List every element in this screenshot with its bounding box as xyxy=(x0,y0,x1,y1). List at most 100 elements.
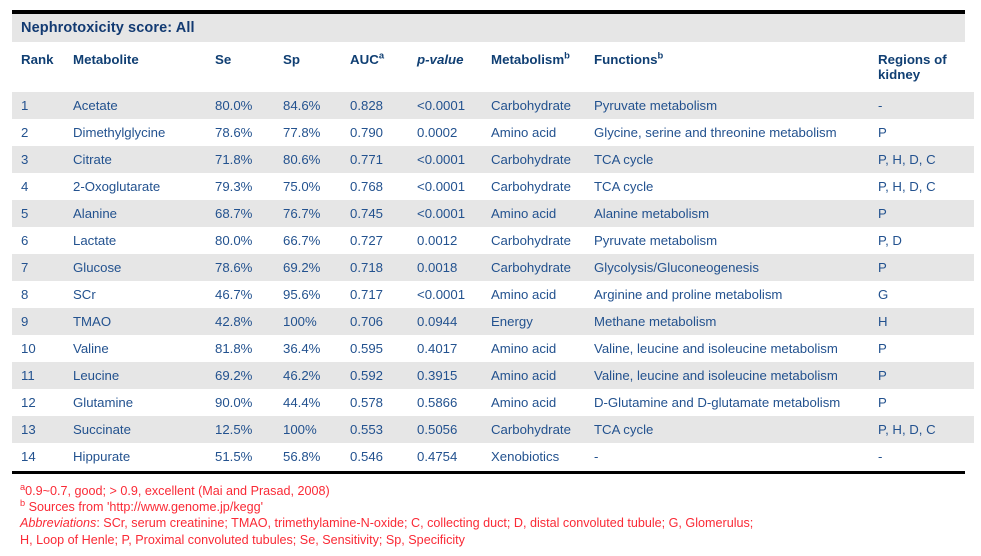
cell-functions: Pyruvate metabolism xyxy=(594,227,878,254)
nephrotoxicity-table: Nephrotoxicity score: All Rank Metabolit… xyxy=(12,10,974,474)
cell-rank: 7 xyxy=(12,254,73,281)
cell-functions: TCA cycle xyxy=(594,416,878,443)
cell-rank: 12 xyxy=(12,389,73,416)
cell-pvalue: 0.5866 xyxy=(417,389,491,416)
cell-regions: P xyxy=(878,362,974,389)
cell-metabolism: Amino acid xyxy=(491,389,594,416)
table-row: 1 Acetate 80.0% 84.6% 0.828 <0.0001 Carbohydra… xyxy=(12,92,974,119)
cell-sp: 76.7% xyxy=(283,200,350,227)
cell-sp: 95.6% xyxy=(283,281,350,308)
cell-metabolite: SCr xyxy=(73,281,215,308)
cell-sp: 66.7% xyxy=(283,227,350,254)
table-row: 14 Hippurate 51.5% 56.8% 0.546 0.4754 Xenobiot… xyxy=(12,443,974,470)
table-row: 5 Alanine 68.7% 76.7% 0.745 <0.0001 Amino acid… xyxy=(12,200,974,227)
cell-se: 90.0% xyxy=(215,389,283,416)
table-footnotes: a0.9~0.7, good; > 0.9, excellent (Mai an… xyxy=(20,481,970,548)
cell-metabolism: Amino acid xyxy=(491,119,594,146)
cell-pvalue: 0.0018 xyxy=(417,254,491,281)
cell-sp: 100% xyxy=(283,416,350,443)
table-header: Rank Metabolite Se Sp AUCa p-value Metab… xyxy=(12,42,974,92)
cell-functions: Glycine, serine and threonine metabolism xyxy=(594,119,878,146)
table-row: 6 Lactate 80.0% 66.7% 0.727 0.0012 Carbohydrat… xyxy=(12,227,974,254)
cell-se: 51.5% xyxy=(215,443,283,470)
cell-functions: Alanine metabolism xyxy=(594,200,878,227)
cell-sp: 100% xyxy=(283,308,350,335)
cell-functions: Valine, leucine and isoleucine metabolis… xyxy=(594,335,878,362)
cell-auc: 0.718 xyxy=(350,254,417,281)
cell-se: 78.6% xyxy=(215,254,283,281)
cell-metabolism: Amino acid xyxy=(491,335,594,362)
cell-se: 71.8% xyxy=(215,146,283,173)
cell-pvalue: 0.5056 xyxy=(417,416,491,443)
cell-pvalue: 0.4754 xyxy=(417,443,491,470)
cell-se: 69.2% xyxy=(215,362,283,389)
table-caption-bar: Nephrotoxicity score: All xyxy=(12,14,965,42)
cell-auc: 0.717 xyxy=(350,281,417,308)
cell-metabolism: Carbohydrate xyxy=(491,254,594,281)
footnote-marker-a: a xyxy=(378,49,385,61)
cell-sp: 56.8% xyxy=(283,443,350,470)
cell-rank: 1 xyxy=(12,92,73,119)
cell-metabolite: Citrate xyxy=(73,146,215,173)
cell-sp: 80.6% xyxy=(283,146,350,173)
cell-se: 80.0% xyxy=(215,92,283,119)
cell-functions: TCA cycle xyxy=(594,146,878,173)
cell-regions: P, H, D, C xyxy=(878,146,974,173)
table-bottom-rule xyxy=(12,471,965,474)
cell-pvalue: <0.0001 xyxy=(417,173,491,200)
table-row: 10 Valine 81.8% 36.4% 0.595 0.4017 Amino acid V… xyxy=(12,335,974,362)
cell-se: 42.8% xyxy=(215,308,283,335)
cell-pvalue: <0.0001 xyxy=(417,146,491,173)
cell-regions: P, H, D, C xyxy=(878,173,974,200)
cell-metabolism: Carbohydrate xyxy=(491,92,594,119)
footnote-abbreviations-line2: H, Loop of Henle; P, Proximal convoluted… xyxy=(20,532,465,547)
cell-regions: P xyxy=(878,119,974,146)
metabolite-table: Rank Metabolite Se Sp AUCa p-value Metab… xyxy=(12,42,974,470)
cell-auc: 0.706 xyxy=(350,308,417,335)
table-row: 3 Citrate 71.8% 80.6% 0.771 <0.0001 Carbohydra… xyxy=(12,146,974,173)
cell-se: 81.8% xyxy=(215,335,283,362)
footnote-b: b Sources from 'http://www.genome.jp/keg… xyxy=(20,498,264,515)
cell-se: 46.7% xyxy=(215,281,283,308)
cell-metabolite: Glutamine xyxy=(73,389,215,416)
cell-rank: 11 xyxy=(12,362,73,389)
cell-metabolite: 2-Oxoglutarate xyxy=(73,173,215,200)
table-row: 2 Dimethylglycine 78.6% 77.8% 0.790 0.0002 Ami… xyxy=(12,119,974,146)
cell-auc: 0.745 xyxy=(350,200,417,227)
cell-metabolite: Succinate xyxy=(73,416,215,443)
cell-functions: Methane metabolism xyxy=(594,308,878,335)
cell-rank: 9 xyxy=(12,308,73,335)
cell-regions: P xyxy=(878,389,974,416)
cell-regions: - xyxy=(878,443,974,470)
cell-rank: 10 xyxy=(12,335,73,362)
abbreviations-label: Abbreviations xyxy=(20,516,97,531)
cell-regions: P xyxy=(878,254,974,281)
cell-functions: Pyruvate metabolism xyxy=(594,92,878,119)
cell-se: 78.6% xyxy=(215,119,283,146)
cell-regions: P xyxy=(878,335,974,362)
table-row: 7 Glucose 78.6% 69.2% 0.718 0.0018 Carbohydrat… xyxy=(12,254,974,281)
table-row: 11 Leucine 69.2% 46.2% 0.592 0.3915 Amino acid… xyxy=(12,362,974,389)
table-caption: Nephrotoxicity score: All xyxy=(21,20,195,36)
cell-functions: Arginine and proline metabolism xyxy=(594,281,878,308)
column-header-sp: Sp xyxy=(283,42,350,92)
cell-auc: 0.727 xyxy=(350,227,417,254)
cell-pvalue: 0.0944 xyxy=(417,308,491,335)
cell-sp: 44.4% xyxy=(283,389,350,416)
table-row: 8 SCr 46.7% 95.6% 0.717 <0.0001 Amino acid Argi… xyxy=(12,281,974,308)
cell-rank: 14 xyxy=(12,443,73,470)
cell-rank: 13 xyxy=(12,416,73,443)
table-row: 9 TMAO 42.8% 100% 0.706 0.0944 Energy Methane m… xyxy=(12,308,974,335)
cell-auc: 0.768 xyxy=(350,173,417,200)
footnote-a: a0.9~0.7, good; > 0.9, excellent (Mai an… xyxy=(20,481,330,498)
footnote-marker-b: b xyxy=(564,49,570,61)
cell-se: 80.0% xyxy=(215,227,283,254)
table-body: 1 Acetate 80.0% 84.6% 0.828 <0.0001 Carbohydra… xyxy=(12,92,974,470)
cell-metabolism: Energy xyxy=(491,308,594,335)
cell-regions: P, D xyxy=(878,227,974,254)
column-header-rank: Rank xyxy=(12,42,73,92)
cell-auc: 0.790 xyxy=(350,119,417,146)
cell-auc: 0.553 xyxy=(350,416,417,443)
cell-functions: Glycolysis/Gluconeogenesis xyxy=(594,254,878,281)
cell-auc: 0.828 xyxy=(350,92,417,119)
